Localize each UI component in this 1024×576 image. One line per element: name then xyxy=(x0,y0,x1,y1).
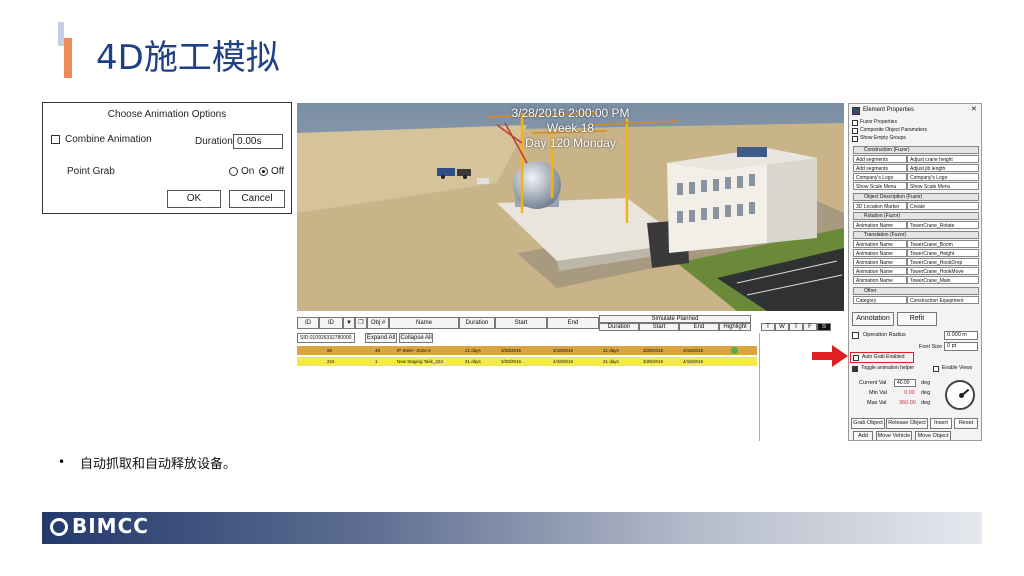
day-col-t2: T xyxy=(789,323,803,331)
point-grab-on-radio[interactable] xyxy=(229,167,238,176)
simulate-planned-dropdown[interactable]: Simulate Planned xyxy=(599,315,751,323)
header-start[interactable]: Start xyxy=(495,317,547,329)
day-col-s: S xyxy=(817,323,831,331)
animation-options-dialog: Choose Animation Options Combine Animati… xyxy=(42,102,292,214)
header-highlight: Highlight xyxy=(719,323,751,331)
header-sim-duration: Duration xyxy=(599,323,639,331)
point-grab-off-radio[interactable] xyxy=(259,167,268,176)
current-val-label: Current Val xyxy=(859,380,887,386)
simulation-day: Day 120 Monday xyxy=(525,136,616,150)
move-vehicle-button[interactable]: Move Vehicle xyxy=(876,431,912,440)
operation-radius-input[interactable]: 0.000 m xyxy=(944,331,978,340)
operation-radius-checkbox[interactable] xyxy=(852,332,859,339)
toggle-helper-checkbox[interactable] xyxy=(852,366,858,372)
header-sim-end: End xyxy=(679,323,719,331)
grab-object-button[interactable]: Grab Object xyxy=(851,418,885,429)
expand-all-button[interactable]: Expand All xyxy=(365,333,397,343)
auto-grab-label: Auto Grab Enabled xyxy=(862,354,905,360)
slide-title: 4D施工模拟 xyxy=(96,38,280,78)
deg-label: deg xyxy=(921,390,931,396)
table-row[interactable]: 224 1 New Staging Task_224 21 days 3/28/… xyxy=(297,357,757,366)
composite-label: Composite Object Parameters xyxy=(860,127,927,133)
filter-icon[interactable]: ▼ xyxy=(343,317,355,329)
title-accent-bar-orange xyxy=(64,38,72,78)
section-construction[interactable]: Construction (Fuzor) xyxy=(853,146,979,154)
header-sim-start: Start xyxy=(639,323,679,331)
highlight-icon xyxy=(731,347,738,354)
panel-title: Element Properties xyxy=(863,107,915,113)
insert-button[interactable]: Insert xyxy=(930,418,952,429)
move-object-button[interactable]: Move Object xyxy=(915,431,951,440)
day-col-t: T xyxy=(761,323,775,331)
day-col-w: W xyxy=(775,323,789,331)
show-empty-checkbox[interactable] xyxy=(852,136,858,142)
cancel-button[interactable]: Cancel xyxy=(229,190,285,208)
release-object-button[interactable]: Release Object xyxy=(886,418,928,429)
annotation-button[interactable]: Annotation xyxy=(852,312,894,326)
font-size-input[interactable]: 0 pt xyxy=(944,342,978,351)
header-name[interactable]: Name xyxy=(389,317,459,329)
toggle-helper-label: Toggle animation helper xyxy=(861,365,915,371)
show-empty-label: Show Empty Groups xyxy=(860,135,906,141)
section-object-description[interactable]: Object Description (Fuzor) xyxy=(853,193,979,201)
ok-button[interactable]: OK xyxy=(167,190,221,208)
dialog-title: Choose Animation Options xyxy=(107,109,227,120)
close-icon[interactable]: ✕ xyxy=(971,105,977,113)
bimcc-logo: BIMCC xyxy=(50,514,149,538)
deg-label: deg xyxy=(921,400,931,406)
fuzor-properties-label: Fuzor Properties xyxy=(860,119,897,125)
section-translation[interactable]: Translation (Fuzor) xyxy=(853,231,979,239)
header-obj[interactable]: Obj # xyxy=(367,317,389,329)
header-end[interactable]: End xyxy=(547,317,599,329)
max-val-value: 360.00 xyxy=(899,400,916,406)
duration-input[interactable]: 0.00s xyxy=(233,134,283,149)
logo-text: BIMCC xyxy=(72,514,149,538)
header-duration[interactable]: Duration xyxy=(459,317,495,329)
sid-search-input[interactable]: SID:010926332780000 xyxy=(297,333,355,343)
table-row[interactable]: 56 46 IP Steel - Zone 6 21 days 3/28/201… xyxy=(297,346,757,355)
simulation-datetime: 3/28/2016 2:00:00 PM xyxy=(511,106,630,120)
refit-button[interactable]: Refit xyxy=(897,312,937,326)
bullet-text: 自动抓取和自动释放设备。 xyxy=(80,457,237,472)
current-val-input[interactable]: 40.00 xyxy=(894,379,916,387)
font-size-label: Font Size xyxy=(919,344,943,350)
operation-radius-label: Operation Radius xyxy=(863,332,906,338)
point-grab-label: Point Grab xyxy=(67,166,115,177)
rotation-dial[interactable] xyxy=(945,380,975,410)
max-val-label: Max Val xyxy=(867,400,887,406)
add-button[interactable]: Add xyxy=(853,431,873,440)
collapse-all-button[interactable]: Collapse All xyxy=(399,333,433,343)
schedule-table: ID ID ▼ ❐ Obj # Name Duration Start End … xyxy=(297,313,844,441)
point-grab-on-label: On xyxy=(241,166,255,177)
header-id[interactable]: ID xyxy=(319,317,343,329)
duration-label: Duration xyxy=(195,136,233,147)
red-arrow-icon xyxy=(812,345,848,367)
footer-banner xyxy=(42,512,982,544)
section-other[interactable]: Other xyxy=(853,287,979,295)
day-col-f: F xyxy=(803,323,817,331)
logo-mark-icon xyxy=(50,518,68,536)
header-id-checkbox[interactable]: ID xyxy=(297,317,319,329)
composite-checkbox[interactable] xyxy=(852,128,858,134)
auto-grab-checkbox[interactable] xyxy=(853,355,859,361)
element-properties-panel: Element Properties ✕ Fuzor Properties Co… xyxy=(848,103,982,441)
simulation-week: Week 18 xyxy=(546,121,595,135)
point-grab-off-label: Off xyxy=(271,166,285,177)
reset-button[interactable]: Reset xyxy=(954,418,978,429)
fuzor-properties-checkbox[interactable] xyxy=(852,120,858,126)
enable-views-checkbox[interactable] xyxy=(933,366,939,372)
enable-views-label: Enable Views xyxy=(942,365,973,371)
combine-animation-label: Combine Animation xyxy=(65,134,152,145)
min-val-value: 0.00 xyxy=(904,390,915,396)
bullet-icon: • xyxy=(58,455,66,469)
copy-icon[interactable]: ❐ xyxy=(355,317,367,329)
min-val-label: Min Val xyxy=(869,390,887,396)
timeline-divider xyxy=(759,333,760,441)
section-rotation[interactable]: Rotation (Fuzor) xyxy=(853,212,979,220)
panel-app-icon xyxy=(852,107,860,115)
construction-4d-viewport[interactable]: 3/28/2016 2:00:00 PM Week 18 Day 120 Mon… xyxy=(297,103,844,311)
header-id-label: ID xyxy=(305,320,311,326)
deg-label: deg xyxy=(921,380,931,386)
combine-animation-checkbox[interactable] xyxy=(51,135,60,144)
